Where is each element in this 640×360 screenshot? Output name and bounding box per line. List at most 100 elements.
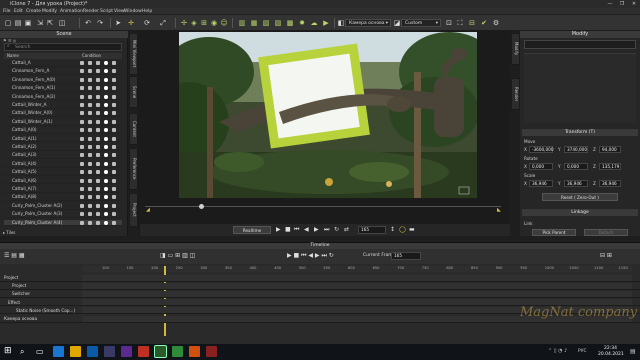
new-file-icon[interactable]: ▢ <box>4 19 12 27</box>
view-texture-icon[interactable]: ▩ <box>286 19 294 27</box>
autokey-icon[interactable]: ◯ <box>399 226 406 233</box>
render-toggle-icon[interactable] <box>112 203 116 208</box>
visibility-icon[interactable] <box>80 103 84 107</box>
menu-create[interactable]: Create <box>26 9 41 14</box>
app-green-icon[interactable] <box>172 346 183 357</box>
render-toggle-icon[interactable] <box>112 61 116 65</box>
menu-render[interactable]: Render <box>83 9 99 14</box>
freeze-icon[interactable] <box>96 103 100 107</box>
realtime-dropdown[interactable]: Realtime <box>233 226 271 234</box>
freeze-icon[interactable] <box>96 203 100 208</box>
timeline-track-row[interactable]: Project <box>0 274 640 282</box>
scene-tree-row[interactable]: Cattail_Winter_A(0) <box>4 110 122 118</box>
stop-icon[interactable]: ■ <box>285 226 291 233</box>
maximize-button[interactable]: ❐ <box>616 0 628 8</box>
color-icon[interactable] <box>104 77 108 82</box>
timeline-menu-icon[interactable]: ☰ ▤ ▦ <box>4 252 25 259</box>
view-shade-icon[interactable]: ▨ <box>274 19 282 27</box>
view-dropdown[interactable]: Custom ▾ <box>401 19 441 27</box>
render-icon[interactable]: ◫ <box>58 19 66 27</box>
task-view-icon[interactable]: ▭ <box>36 347 44 356</box>
timeline-zoom-icon[interactable]: ⊟ ⊞ <box>600 252 612 259</box>
tab-content[interactable]: Content <box>129 113 138 145</box>
rotate-y-input[interactable]: 0,000 <box>564 163 588 170</box>
lock-icon[interactable] <box>88 170 92 175</box>
lock-icon[interactable] <box>88 153 92 158</box>
scale-icon[interactable]: ⤢ <box>159 19 167 27</box>
color-icon[interactable] <box>104 128 108 133</box>
color-icon[interactable] <box>104 195 108 200</box>
lock-icon[interactable] <box>88 111 92 116</box>
render-toggle-icon[interactable] <box>112 220 116 225</box>
scene-tree-row[interactable]: Curly_Palm_Cluster A(3) <box>4 211 122 219</box>
freeze-icon[interactable] <box>96 94 100 99</box>
photoshop-app-icon[interactable] <box>87 346 98 357</box>
export-icon[interactable]: ⇱ <box>46 19 54 27</box>
visibility-icon[interactable] <box>80 119 84 124</box>
col-name-header[interactable]: Name <box>7 53 19 59</box>
lock-icon[interactable] <box>88 69 92 74</box>
open-folder-icon[interactable]: ▤ <box>14 19 22 27</box>
check-icon[interactable]: ✔ <box>480 19 488 27</box>
freeze-icon[interactable] <box>96 187 100 191</box>
scene-tree-row[interactable]: Curly_Palm_Cluster A(4) <box>4 219 122 227</box>
render-toggle-icon[interactable] <box>112 119 116 124</box>
import-icon[interactable]: ⇲ <box>36 19 44 27</box>
track-lane[interactable] <box>82 290 632 297</box>
lock-icon[interactable] <box>88 77 92 82</box>
freeze-icon[interactable] <box>96 220 100 225</box>
scale-x-input[interactable]: 36,946 <box>529 180 553 187</box>
render-toggle-icon[interactable] <box>112 136 116 141</box>
detach-button[interactable]: Detach <box>584 229 628 236</box>
undo-icon[interactable]: ↶ <box>84 19 92 27</box>
render-toggle-icon[interactable] <box>112 178 116 183</box>
object-name-field[interactable] <box>524 40 636 49</box>
aftereffects-app-icon[interactable] <box>121 346 132 357</box>
range-start-marker-icon[interactable]: ◢ <box>146 207 150 213</box>
scene-tree-row[interactable]: Cinnamon_Fern_A(1) <box>4 85 122 93</box>
scene-tree-row[interactable]: Cattail_A(2) <box>4 144 122 151</box>
prev-frame-icon[interactable]: ◀ <box>304 226 309 233</box>
color-icon[interactable] <box>104 170 108 175</box>
visibility-icon[interactable] <box>80 128 84 133</box>
redo-icon[interactable]: ↷ <box>96 19 104 27</box>
color-icon[interactable] <box>104 119 108 124</box>
scene-tree-row[interactable]: Cattail_A(3) <box>4 152 122 160</box>
scene-tree-row[interactable]: Cattail_A(1) <box>4 136 122 143</box>
render-toggle-icon[interactable] <box>112 161 116 166</box>
start-icon[interactable]: ⊞ <box>4 346 12 356</box>
visibility-icon[interactable] <box>80 220 84 225</box>
visibility-icon[interactable] <box>80 153 84 158</box>
color-icon[interactable] <box>104 187 108 191</box>
visibility-icon[interactable] <box>80 195 84 200</box>
lock-icon[interactable] <box>88 145 92 149</box>
range-end-marker-icon[interactable]: ◣ <box>497 207 501 213</box>
tab-project[interactable]: Project <box>129 193 138 227</box>
lock-icon[interactable] <box>88 136 92 141</box>
render-toggle-icon[interactable] <box>112 69 116 74</box>
menu-script[interactable]: Script <box>100 9 113 14</box>
edge-app-icon[interactable] <box>53 346 64 357</box>
render-toggle-icon[interactable] <box>112 77 116 82</box>
loop-icon[interactable]: ↻ <box>334 226 339 233</box>
visibility-icon[interactable] <box>80 212 84 217</box>
scene-tree-row[interactable]: Cinnamon_Fern_A(2) <box>4 94 122 101</box>
color-icon[interactable] <box>104 145 108 149</box>
search-icon[interactable]: ⌕ <box>20 347 24 357</box>
tab-preference[interactable]: Preference <box>129 148 138 190</box>
render-toggle-icon[interactable] <box>112 212 116 217</box>
minimize-button[interactable]: — <box>604 0 616 8</box>
color-icon[interactable] <box>104 86 108 91</box>
visibility-icon[interactable] <box>80 145 84 149</box>
scene-tree-row[interactable]: Cinnamon_Fern_A(0) <box>4 77 122 84</box>
move-x-input[interactable]: -3600,000 <box>529 146 554 153</box>
scene-tree-row[interactable]: Cattail_Winter_A(1) <box>4 119 122 126</box>
camera-select-icon[interactable]: ◧ <box>337 19 345 27</box>
rotate-z-input[interactable]: 135,179 <box>599 163 621 170</box>
visibility-icon[interactable] <box>80 111 84 116</box>
view-wire-icon[interactable]: ▧ <box>262 19 270 27</box>
next-frame-icon[interactable]: ▶ <box>314 226 319 233</box>
freeze-icon[interactable] <box>96 119 100 124</box>
color-icon[interactable] <box>104 161 108 166</box>
view-front-icon[interactable]: ▥ <box>238 19 246 27</box>
